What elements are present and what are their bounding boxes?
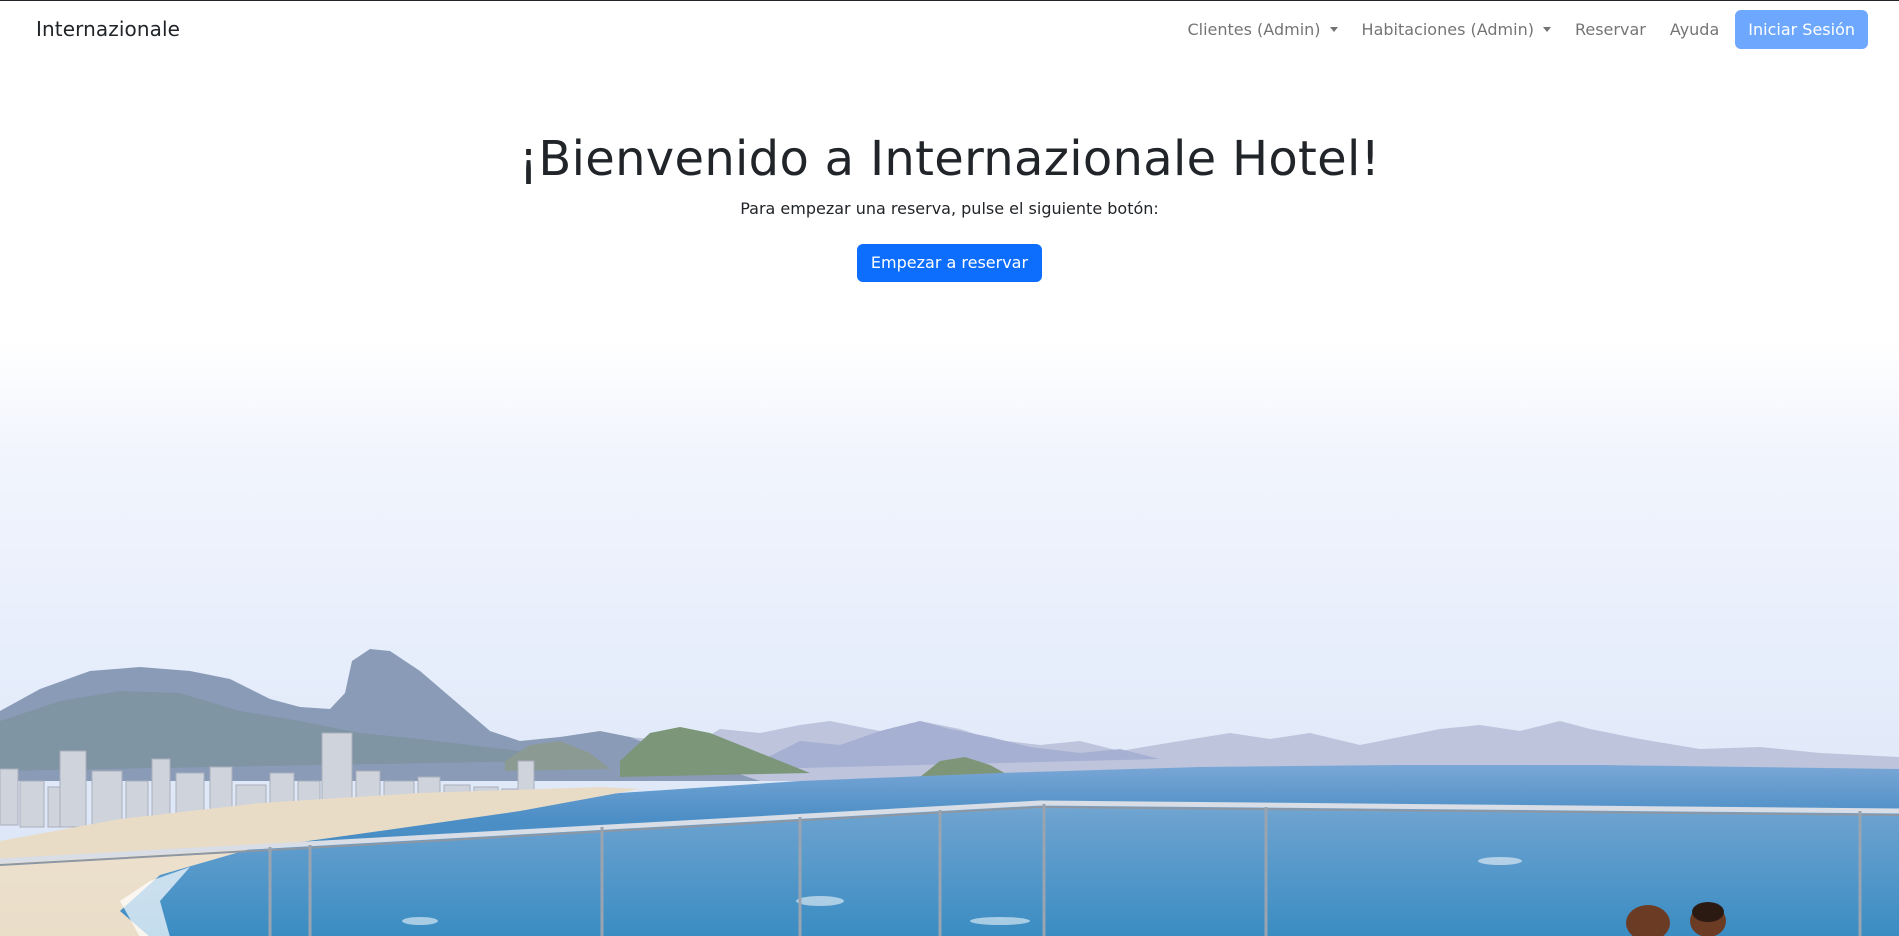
nav-item-label: Reservar (1574, 19, 1646, 39)
beach-panorama-image (0, 341, 1899, 936)
caret-down-icon (1542, 27, 1551, 32)
nav-item-label: Ayuda (1669, 19, 1720, 39)
caret-down-icon (1329, 27, 1338, 32)
nav-item-habitaciones-dropdown[interactable]: Habitaciones (Admin) (1350, 12, 1563, 47)
nav-item-label: Habitaciones (Admin) (1361, 19, 1534, 39)
nav-item-login: Iniciar Sesión (1731, 9, 1868, 49)
start-booking-button[interactable]: Empezar a reservar (856, 243, 1043, 282)
login-button[interactable]: Iniciar Sesión (1735, 9, 1868, 49)
nav-item-ayuda[interactable]: Ayuda (1658, 12, 1731, 47)
nav-item-clientes-dropdown[interactable]: Clientes (Admin) (1175, 12, 1349, 47)
page: Internazionale Clientes (Admin) Habitaci… (0, 0, 1899, 936)
nav-menu: Clientes (Admin) Habitaciones (Admin) Re… (1175, 9, 1868, 49)
hero-subtitle: Para empezar una reserva, pulse el sigui… (740, 198, 1159, 218)
nav-item-label: Clientes (Admin) (1187, 19, 1321, 39)
page-title: ¡Bienvenido a Internazionale Hotel! (518, 131, 1381, 187)
hero-section: ¡Bienvenido a Internazionale Hotel! Para… (0, 131, 1899, 282)
brand-link[interactable]: Internazionale (36, 17, 180, 41)
nav-item-reservar[interactable]: Reservar (1563, 12, 1658, 47)
navbar: Internazionale Clientes (Admin) Habitaci… (0, 1, 1899, 57)
